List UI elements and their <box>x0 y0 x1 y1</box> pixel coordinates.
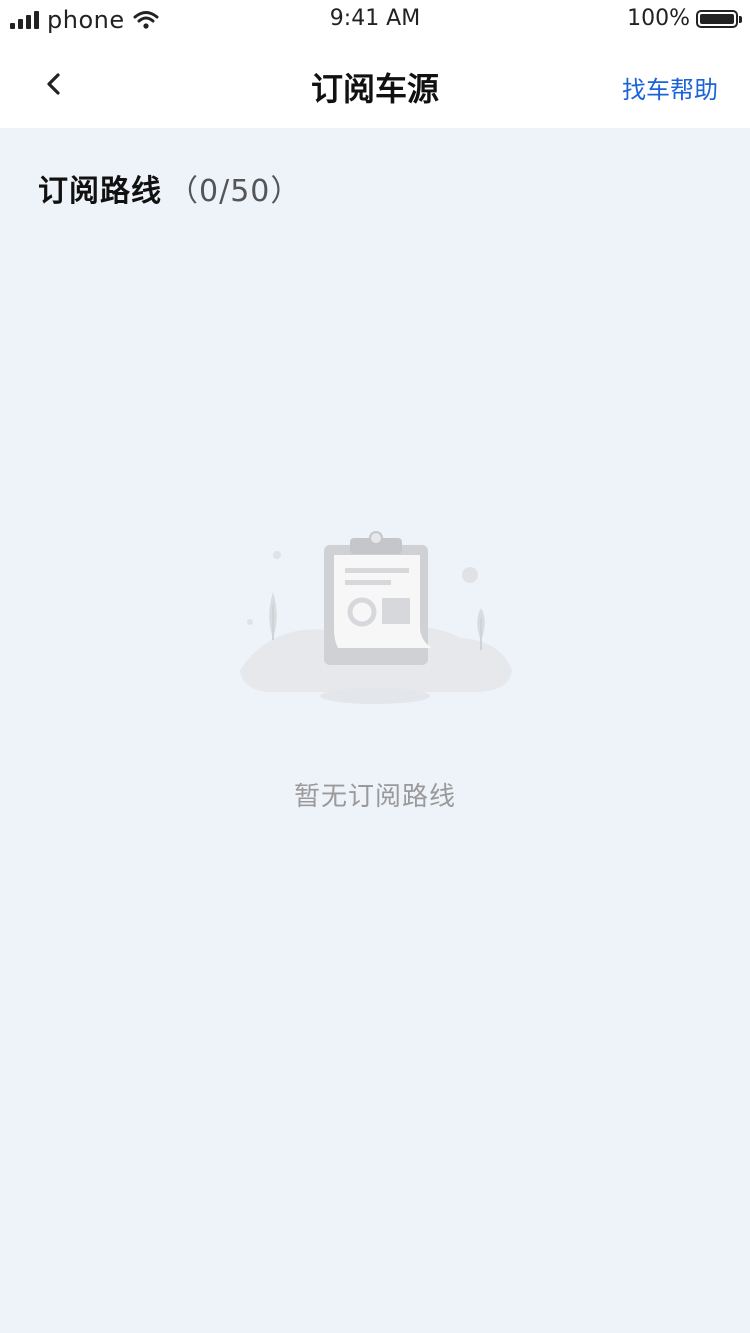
back-button[interactable] <box>30 60 78 108</box>
find-car-help-link[interactable]: 找车帮助 <box>622 70 718 105</box>
subscription-count: （0/50） <box>168 174 302 209</box>
status-right: 100% <box>627 6 742 31</box>
empty-state-message: 暂无订阅路线 <box>293 782 456 812</box>
status-bar: phone 9:41 AM 100% <box>0 0 750 42</box>
battery-percent: 100% <box>627 6 690 31</box>
battery-icon <box>696 9 742 28</box>
battery-fill <box>700 13 734 24</box>
empty-clipboard-icon <box>240 531 512 704</box>
nav-bar: 订阅车源 找车帮助 <box>0 42 750 128</box>
chevron-left-icon <box>47 73 60 95</box>
section-title: 订阅路线 <box>38 174 162 209</box>
section-header: 订阅路线 （0/50） <box>38 166 301 210</box>
